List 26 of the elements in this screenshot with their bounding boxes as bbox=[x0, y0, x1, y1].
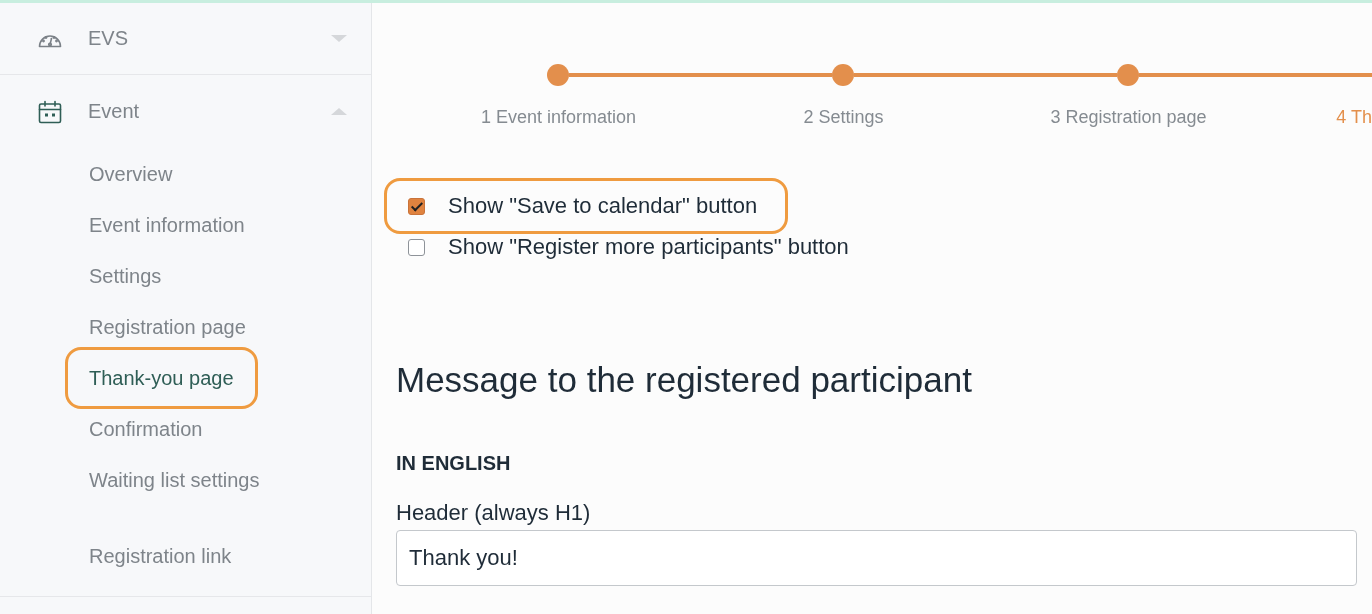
sidebar-item[interactable]: Confirmation bbox=[89, 417, 203, 441]
sidebar-item[interactable]: Registration page bbox=[89, 315, 246, 339]
checkbox-label: Show "Save to calendar" button bbox=[448, 193, 758, 219]
checkbox[interactable] bbox=[408, 197, 425, 215]
step-label: 2 Settings bbox=[802, 106, 885, 128]
checkbox[interactable] bbox=[408, 238, 425, 256]
sidebar-section-header[interactable]: Event bbox=[0, 75, 371, 148]
step-label: 4 Th bbox=[1335, 106, 1372, 128]
language-heading: IN ENGLISH bbox=[396, 451, 511, 475]
step-label: 1 Event information bbox=[479, 106, 638, 128]
calendar-icon bbox=[38, 99, 62, 124]
sidebar-item[interactable]: Settings bbox=[89, 264, 162, 288]
step-label: 3 Registration page bbox=[1049, 106, 1208, 128]
step-dot bbox=[832, 64, 854, 86]
sidebar-item[interactable]: Registration link bbox=[89, 544, 232, 568]
field-label: Header (always H1) bbox=[396, 500, 591, 526]
sidebar-section-header[interactable]: EVS bbox=[0, 3, 371, 75]
checkbox-label: Show "Register more participants" button bbox=[448, 234, 849, 260]
sidebar-item[interactable]: Waiting list settings bbox=[89, 468, 260, 492]
sidebar-item[interactable]: Thank-you page bbox=[89, 366, 234, 390]
sidebar-item[interactable]: Event information bbox=[89, 213, 245, 237]
input-field[interactable]: Thank you! bbox=[396, 530, 1357, 586]
section-heading: Message to the registered participant bbox=[396, 359, 972, 401]
sidebar-item[interactable]: Overview bbox=[89, 162, 173, 186]
step-dot bbox=[1117, 64, 1139, 86]
step-dot bbox=[547, 64, 569, 86]
